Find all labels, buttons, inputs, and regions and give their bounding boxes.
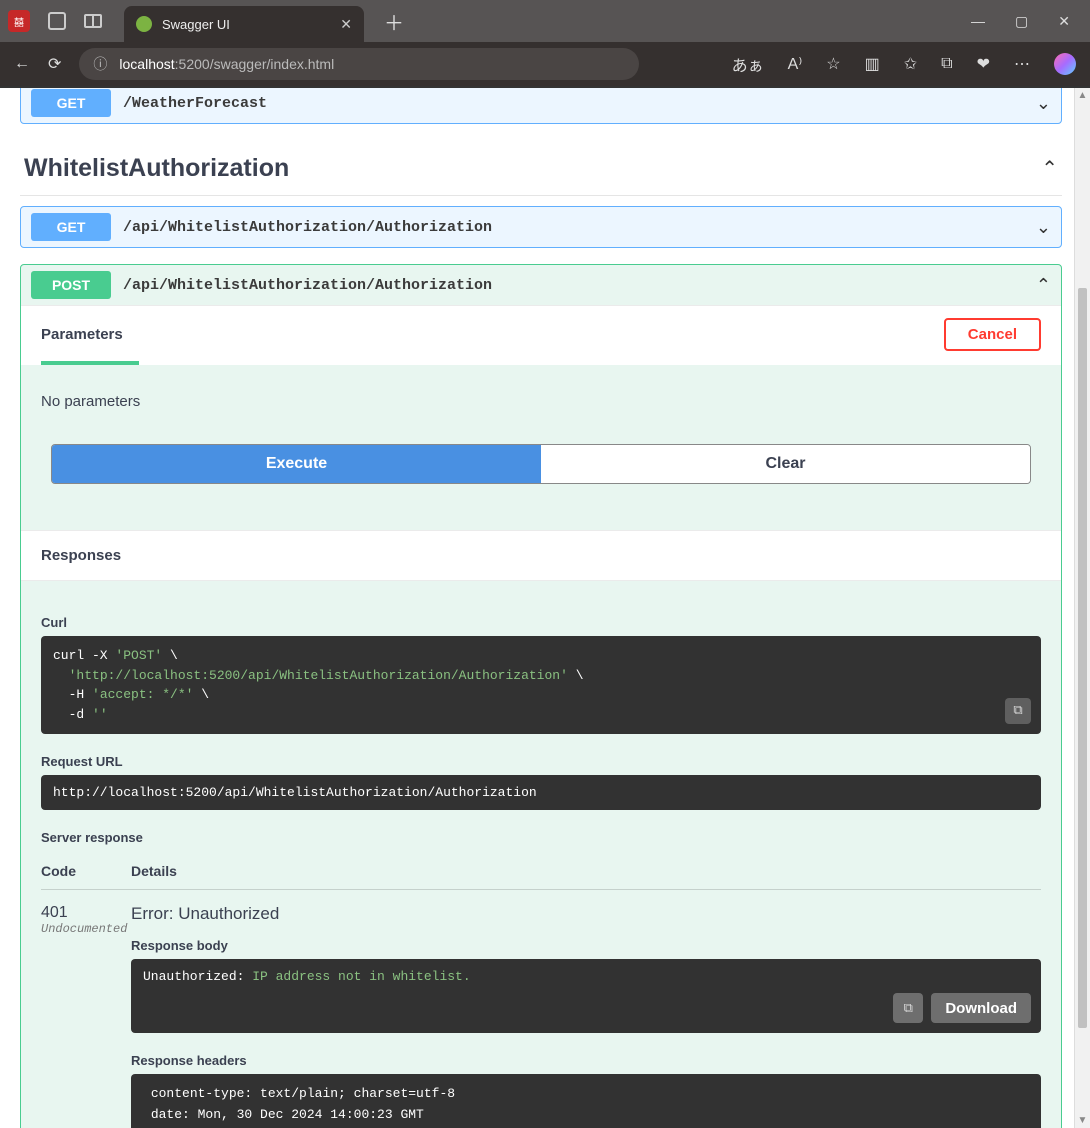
more-icon[interactable]: ⋯ xyxy=(1014,54,1030,74)
scrollbar-thumb[interactable] xyxy=(1078,288,1087,1028)
tab-title: Swagger UI xyxy=(162,17,332,32)
browser-titlebar: 囍 Swagger UI ✕ ＋ ― ▢ ✕ xyxy=(0,0,1090,42)
translate-icon[interactable]: あぁ xyxy=(732,52,764,76)
url-text: localhost:5200/swagger/index.html xyxy=(119,56,334,72)
scroll-down-icon[interactable]: ▼ xyxy=(1075,1115,1090,1126)
execute-button[interactable]: Execute xyxy=(52,445,541,483)
op-path: /api/WhitelistAuthorization/Authorizatio… xyxy=(123,277,492,294)
code-header: Code xyxy=(41,863,131,879)
responses-section-header: Responses xyxy=(21,530,1061,581)
method-badge: GET xyxy=(31,213,111,241)
copy-response-icon[interactable]: ⧉ xyxy=(893,993,923,1023)
address-bar[interactable]: ⓘ localhost:5200/swagger/index.html xyxy=(79,48,639,80)
tab-actions-icon[interactable] xyxy=(84,14,102,28)
undocumented-label: Undocumented xyxy=(41,922,131,936)
op-path: /api/WhitelistAuthorization/Authorizatio… xyxy=(123,219,492,236)
clear-button[interactable]: Clear xyxy=(541,445,1030,483)
curl-label: Curl xyxy=(41,615,1041,630)
chevron-up-icon: ⌃ xyxy=(1041,156,1058,181)
server-response-label: Server response xyxy=(41,830,1041,845)
cancel-button[interactable]: Cancel xyxy=(944,318,1041,351)
copy-curl-icon[interactable]: ⧉ xyxy=(1005,698,1031,724)
favorite-icon[interactable]: ☆ xyxy=(826,54,840,74)
tag-whitelistauthorization[interactable]: WhitelistAuthorization ⌃ xyxy=(20,140,1062,196)
read-aloud-icon[interactable]: A⁾ xyxy=(788,54,803,74)
maximize-icon[interactable]: ▢ xyxy=(1015,13,1028,30)
copilot-icon[interactable] xyxy=(1054,53,1076,75)
site-info-icon[interactable]: ⓘ xyxy=(93,54,107,74)
workspaces-icon[interactable] xyxy=(48,12,66,30)
minimize-icon[interactable]: ― xyxy=(971,13,985,29)
error-message: Error: Unauthorized xyxy=(131,904,1041,924)
op-weatherforecast-get[interactable]: GET /WeatherForecast ⌄ xyxy=(20,88,1062,124)
collections-icon[interactable]: ⧉ xyxy=(941,55,952,73)
profile-icon[interactable]: 囍 xyxy=(8,10,30,32)
op-path: /WeatherForecast xyxy=(123,95,267,112)
close-tab-icon[interactable]: ✕ xyxy=(340,16,352,33)
scroll-up-icon[interactable]: ▲ xyxy=(1075,90,1090,101)
swagger-page: GET /WeatherForecast ⌄ WhitelistAuthoriz… xyxy=(0,88,1074,1128)
server-response-table: Code Details 401 Undocumented Error: Una… xyxy=(41,851,1041,1128)
parameters-section: Parameters Cancel xyxy=(21,305,1061,365)
browser-toolbar: ← ⟳ ⓘ localhost:5200/swagger/index.html … xyxy=(0,42,1090,86)
tag-name: WhitelistAuthorization xyxy=(24,154,289,183)
new-tab-button[interactable]: ＋ xyxy=(384,7,404,36)
response-headers-codebox: content-type: text/plain; charset=utf-8 … xyxy=(131,1074,1041,1128)
chevron-down-icon: ⌄ xyxy=(1036,217,1051,238)
no-parameters-text: No parameters xyxy=(41,379,1041,444)
details-header: Details xyxy=(131,863,177,879)
close-window-icon[interactable]: ✕ xyxy=(1058,13,1070,30)
method-badge: GET xyxy=(31,89,111,117)
op-post-header[interactable]: POST /api/WhitelistAuthorization/Authori… xyxy=(21,265,1061,305)
request-url-codebox: http://localhost:5200/api/WhitelistAutho… xyxy=(41,775,1041,810)
table-row: 401 Undocumented Error: Unauthorized Res… xyxy=(41,890,1041,1128)
refresh-icon[interactable]: ⟳ xyxy=(48,54,61,74)
parameters-label: Parameters xyxy=(41,326,123,343)
favorites-bar-icon[interactable]: ✩ xyxy=(904,54,917,74)
response-body-codebox: Unauthorized: IP address not in whitelis… xyxy=(131,959,1041,1033)
request-url-label: Request URL xyxy=(41,754,1041,769)
responses-label: Responses xyxy=(41,547,1041,564)
response-code: 401 xyxy=(41,904,131,922)
chevron-down-icon: ⌄ xyxy=(1036,93,1051,114)
health-icon[interactable]: ❤ xyxy=(977,54,990,74)
back-icon[interactable]: ← xyxy=(14,55,30,73)
download-button[interactable]: Download xyxy=(931,993,1031,1023)
split-screen-icon[interactable]: ▥ xyxy=(865,54,880,74)
response-body-label: Response body xyxy=(131,938,1041,953)
curl-codebox: curl -X 'POST' \ 'http://localhost:5200/… xyxy=(41,636,1041,734)
chevron-up-icon: ⌃ xyxy=(1036,275,1051,296)
browser-tab[interactable]: Swagger UI ✕ xyxy=(124,6,364,42)
parameters-tab-underline xyxy=(41,361,139,365)
op-authorization-get[interactable]: GET /api/WhitelistAuthorization/Authoriz… xyxy=(20,206,1062,248)
swagger-favicon-icon xyxy=(136,16,152,32)
method-badge: POST xyxy=(31,271,111,299)
op-authorization-post: POST /api/WhitelistAuthorization/Authori… xyxy=(20,264,1062,1128)
page-scrollbar[interactable]: ▲ ▼ xyxy=(1074,88,1090,1128)
response-headers-label: Response headers xyxy=(131,1053,1041,1068)
